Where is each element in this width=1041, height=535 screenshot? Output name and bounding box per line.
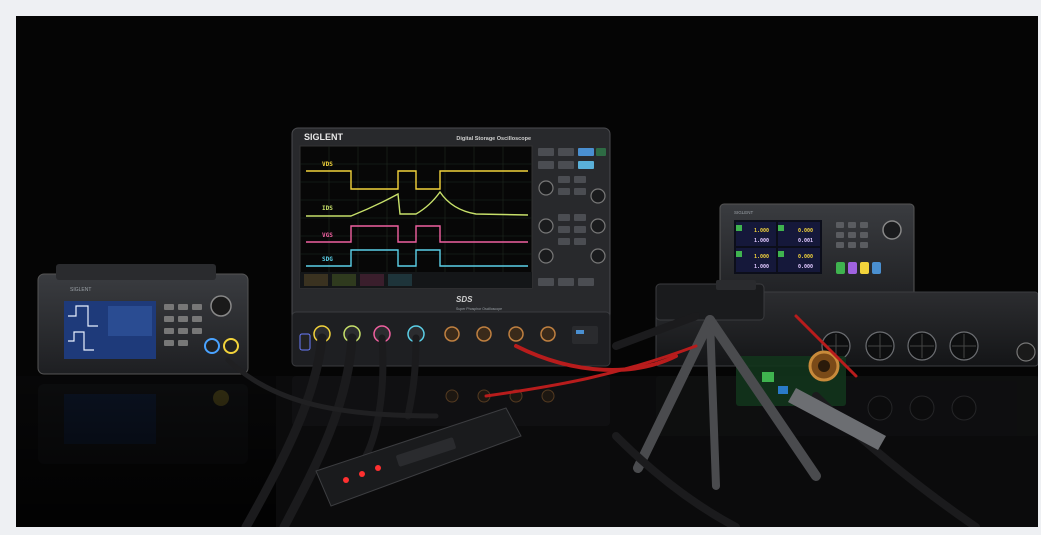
generator-knob-icon [210,295,232,317]
readout-ch3-voltage: 1.000 [754,254,769,260]
product-photo: SIGLENT SIGLENT Digital Storage Oscillos… [16,16,1038,527]
channel-label-vds: VDS [322,161,333,168]
generator-brand-label: SIGLENT [70,287,91,293]
scope-subtitle: Super Phosphor Oscilloscope [456,307,502,311]
readout-ch2-current: 0.001 [798,238,813,244]
scope-knob-icon [538,180,554,196]
readout-ch1-voltage: 1.000 [754,228,769,234]
signal-generator: SIGLENT [37,264,249,375]
readout-ch1-current: 1.000 [754,238,769,244]
test-bench-scene: SIGLENT SIGLENT Digital Storage Oscillos… [16,16,1038,527]
oscilloscope: SIGLENT Digital Storage Oscilloscope VDS… [291,127,611,367]
channel-label-ids: IDS [322,205,333,212]
scope-model-mark: SDS [456,295,473,304]
readout-ch4-current: 0.000 [798,264,813,270]
readout-ch2-voltage: 0.000 [798,228,813,234]
readout-ch3-current: 1.000 [754,264,769,270]
channel-label-sdg: SDG [322,256,333,263]
scope-brand-label: SIGLENT [304,132,344,142]
channel-label-vgs: VGS [322,232,333,239]
power-supply-knob-icon [882,220,902,240]
power-supply-brand-label: SIGLENT [734,210,754,215]
readout-ch4-voltage: 0.000 [798,254,813,260]
scope-title-label: Digital Storage Oscilloscope [456,136,531,142]
